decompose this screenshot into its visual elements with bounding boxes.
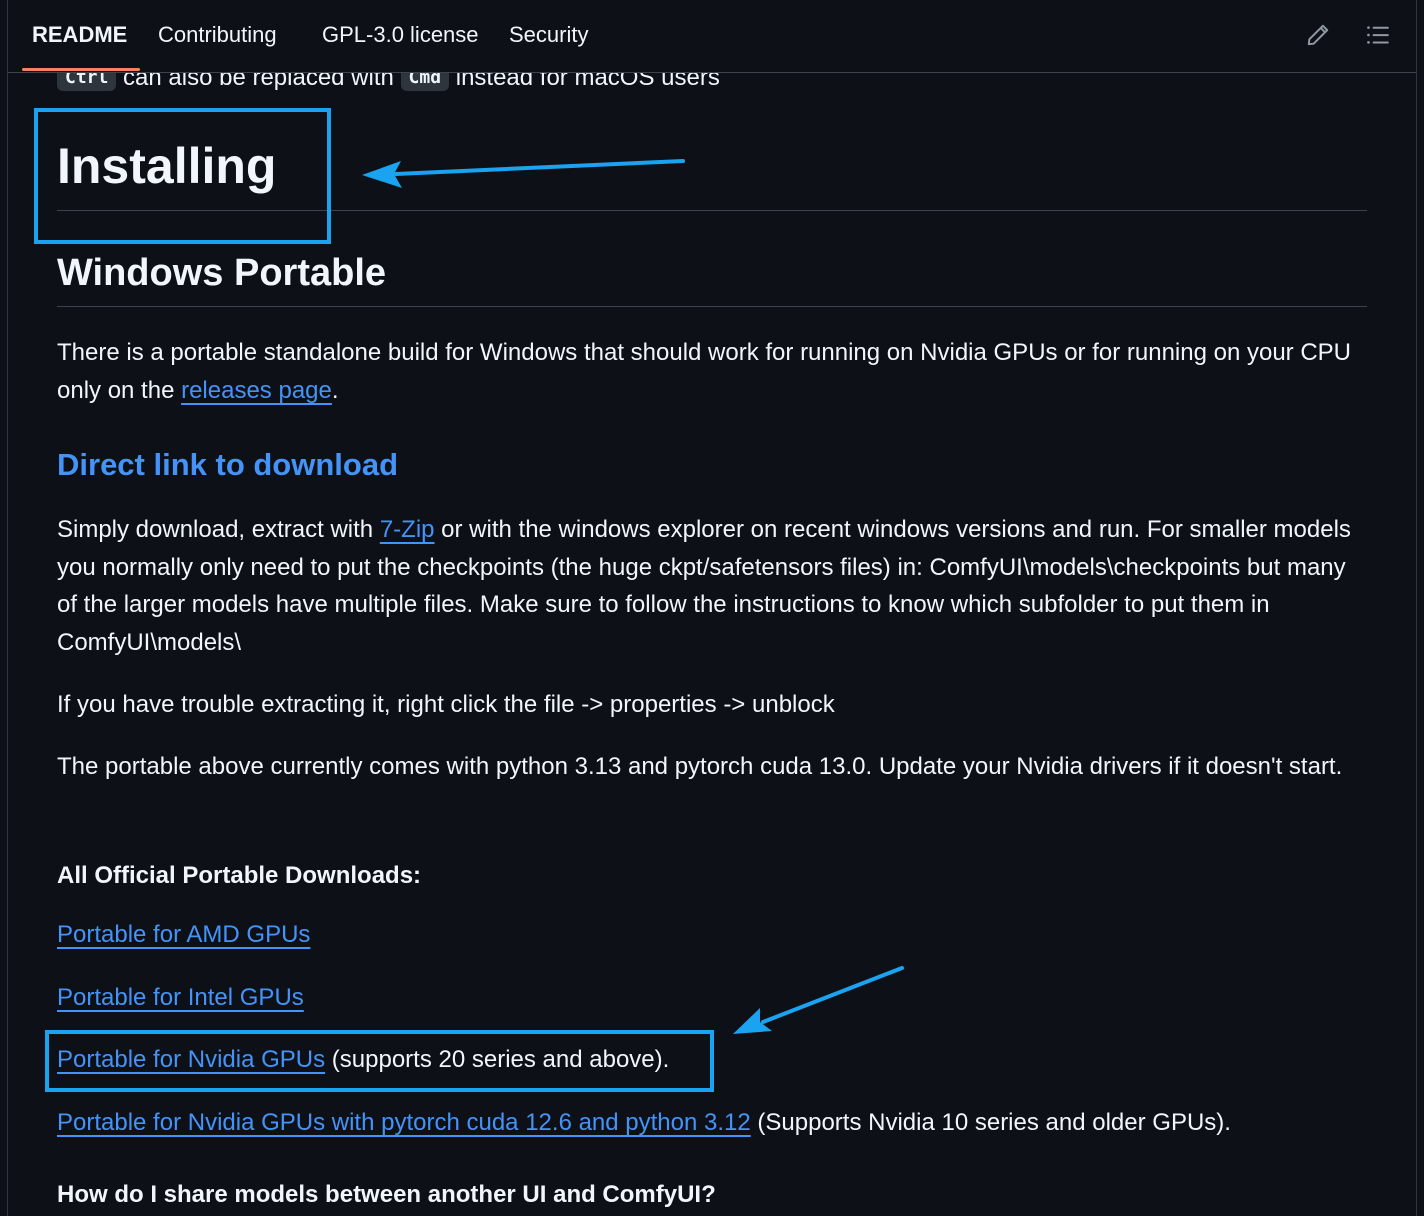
border-left <box>7 0 8 1216</box>
heading-share-models: How do I share models between another UI… <box>57 1181 716 1208</box>
simply-download-paragraph: Simply download, extract with 7-Zip or w… <box>57 511 1367 661</box>
python-note-paragraph: The portable above currently comes with … <box>57 753 1343 780</box>
intro-paragraph: There is a portable standalone build for… <box>57 334 1367 409</box>
active-tab-indicator <box>22 68 140 71</box>
tab-security[interactable]: Security <box>509 22 588 48</box>
download-item-intel: Portable for Intel GPUs <box>57 981 304 1015</box>
simply-text: Simply download, extract with <box>57 516 380 543</box>
direct-link-heading[interactable]: Direct link to download <box>57 445 398 485</box>
heading-all-downloads: All Official Portable Downloads: <box>57 862 422 889</box>
amd-download-link[interactable]: Portable for AMD GPUs <box>57 921 310 948</box>
annotation-box-nvidia <box>45 1030 714 1092</box>
readme-viewer: Ctrl can also be replaced with Cmd inste… <box>0 0 1424 1216</box>
arrow-icon <box>733 966 904 1034</box>
annotation-box-installing <box>34 108 331 244</box>
intro-text-end: . <box>331 376 339 404</box>
tab-license[interactable]: GPL-3.0 license <box>322 22 479 48</box>
readme-tab-bar: README Contributing GPL-3.0 license Secu… <box>8 0 1416 73</box>
tab-contributing[interactable]: Contributing <box>158 22 277 48</box>
releases-page-link[interactable]: releases page <box>181 377 332 404</box>
divider <box>57 306 1367 307</box>
trouble-paragraph: If you have trouble extracting it, right… <box>57 691 835 718</box>
heading-windows-portable: Windows Portable <box>57 252 387 294</box>
intel-download-link[interactable]: Portable for Intel GPUs <box>57 984 304 1011</box>
list-icon[interactable] <box>1365 22 1391 48</box>
7zip-link[interactable]: 7-Zip <box>380 516 435 543</box>
nvidia-legacy-note: (Supports Nvidia 10 series and older GPU… <box>750 1109 1231 1136</box>
nvidia-legacy-download-link[interactable]: Portable for Nvidia GPUs with pytorch cu… <box>57 1109 751 1136</box>
download-item-amd: Portable for AMD GPUs <box>57 918 310 952</box>
border-right <box>1416 0 1417 1216</box>
tab-readme[interactable]: README <box>32 22 127 48</box>
arrow-icon <box>362 159 685 188</box>
download-item-nvidia-legacy: Portable for Nvidia GPUs with pytorch cu… <box>57 1106 1231 1140</box>
pencil-icon[interactable] <box>1305 22 1331 48</box>
